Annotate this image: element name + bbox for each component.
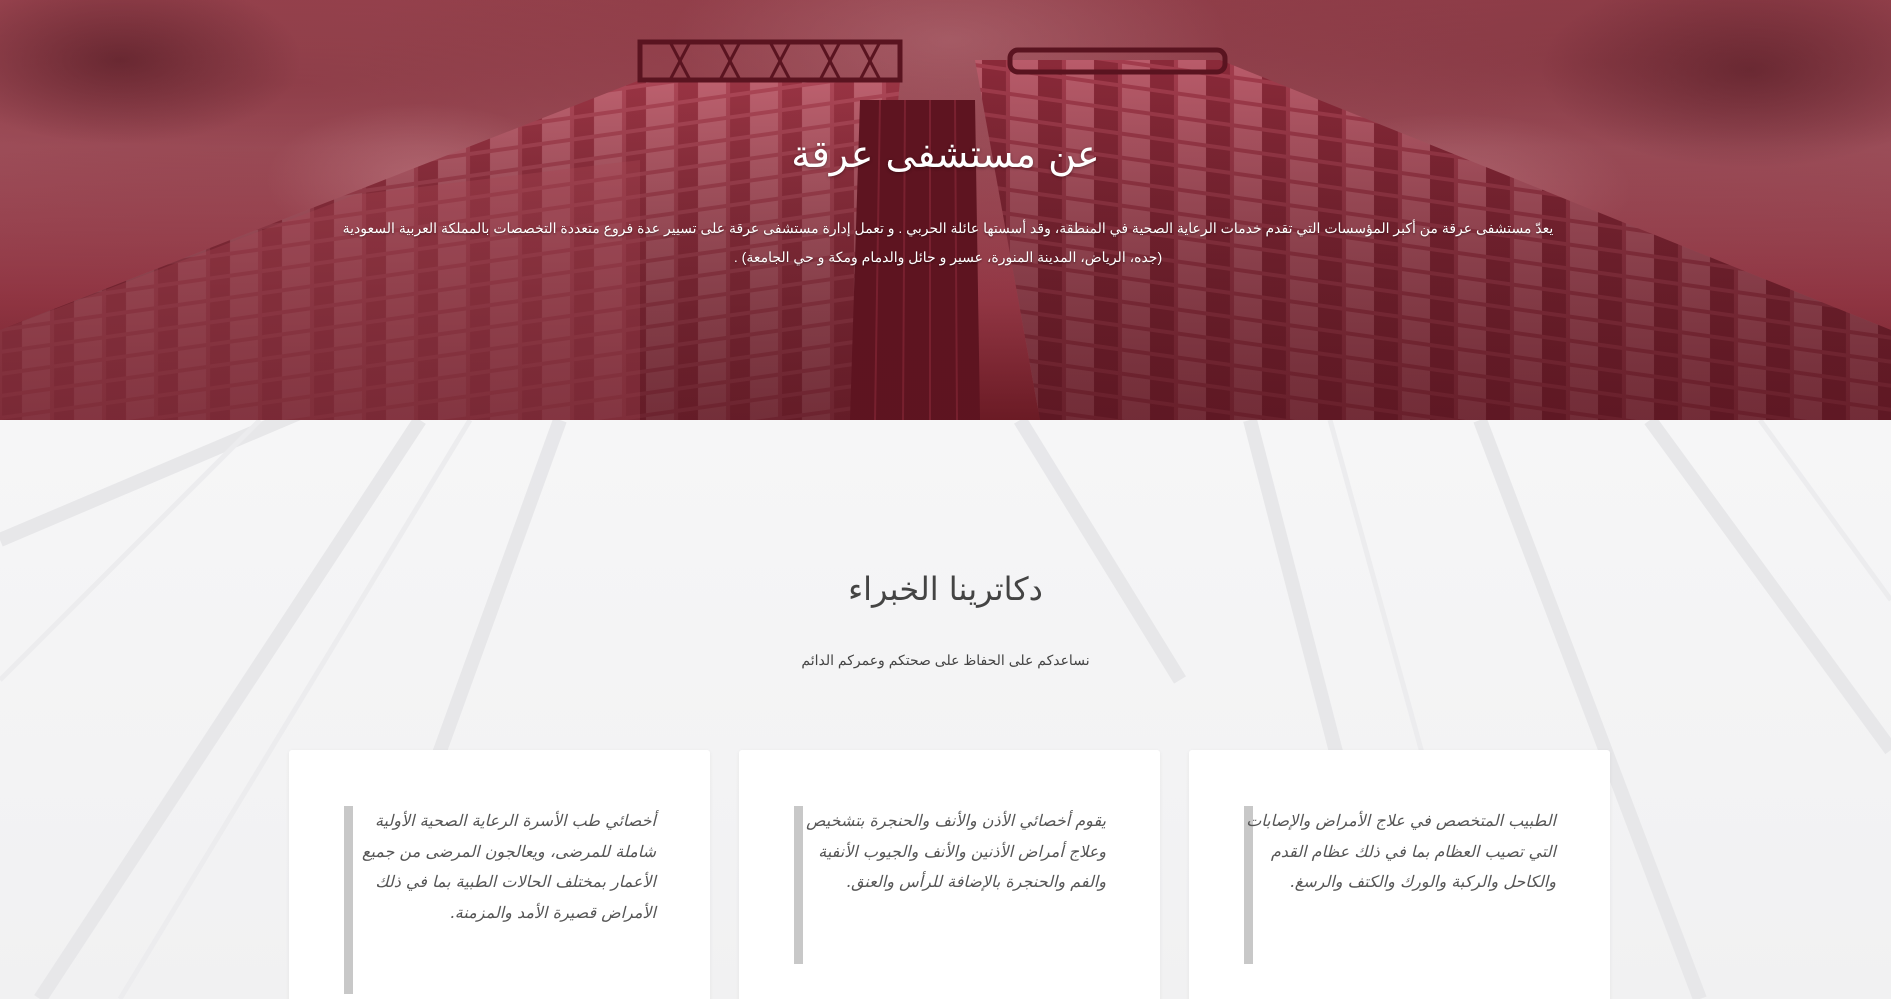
hero-overlay [0,0,1891,420]
doctor-card-orthopedics: الطبيب المتخصص في علاج الأمراض والإصابات… [1189,750,1610,999]
doctor-card-text: الطبيب المتخصص في علاج الأمراض والإصابات… [1246,811,1556,891]
hero-description-line-1: يعدّ مستشفى عرقة من أكبر المؤسسات التي ت… [342,220,1554,236]
hero-description: يعدّ مستشفى عرقة من أكبر المؤسسات التي ت… [340,214,1556,272]
hero-description-line-2: (جده، الرياض، المدينة المنورة، عسير و حا… [733,249,1163,265]
hero-title: عن مستشفى عرقة [791,132,1100,176]
doctor-card-family-medicine: أخصائي طب الأسرة الرعاية الصحية الأولية … [289,750,710,999]
doctor-card-ent: يقوم أخصائي الأذن والأنف والحنجرة بتشخيص… [739,750,1160,999]
doctor-card-text: يقوم أخصائي الأذن والأنف والحنجرة بتشخيص… [806,811,1106,891]
section-subtitle: نساعدكم على الحفاظ على صحتكم وعمركم الدا… [801,652,1090,668]
doctor-card-text: أخصائي طب الأسرة الرعاية الصحية الأولية … [361,811,656,922]
about-hero: عن مستشفى عرقة يعدّ مستشفى عرقة من أكبر … [0,0,1891,420]
doctors-section: دكاترينا الخبراء نساعدكم على الحفاظ على … [0,420,1891,999]
section-title: دكاترينا الخبراء [848,570,1043,608]
